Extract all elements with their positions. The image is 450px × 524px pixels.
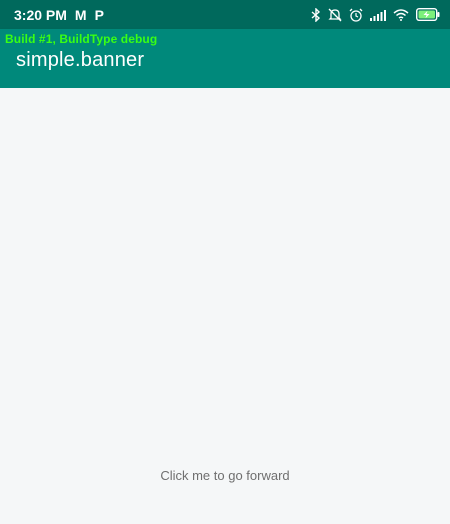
alarm-icon xyxy=(349,8,363,22)
status-bar: 3:20 PM M P xyxy=(0,0,450,29)
wifi-icon xyxy=(393,8,409,21)
notification-m-icon: M xyxy=(74,6,87,23)
bluetooth-icon xyxy=(311,7,321,22)
mute-icon xyxy=(328,8,342,22)
battery-charging-icon xyxy=(416,8,440,21)
go-forward-button[interactable]: Click me to go forward xyxy=(0,468,450,483)
status-time: 3:20 PM xyxy=(14,6,67,23)
notification-p-icon: P xyxy=(94,6,104,23)
main-content: Click me to go forward xyxy=(0,88,450,524)
app-bar: Build #1, BuildType debug simple.banner xyxy=(0,29,450,88)
status-left: 3:20 PM M P xyxy=(14,7,104,23)
page-title: simple.banner xyxy=(16,49,145,71)
signal-icon xyxy=(370,9,386,21)
status-icons xyxy=(311,7,440,22)
build-type-banner: Build #1, BuildType debug xyxy=(5,32,158,46)
